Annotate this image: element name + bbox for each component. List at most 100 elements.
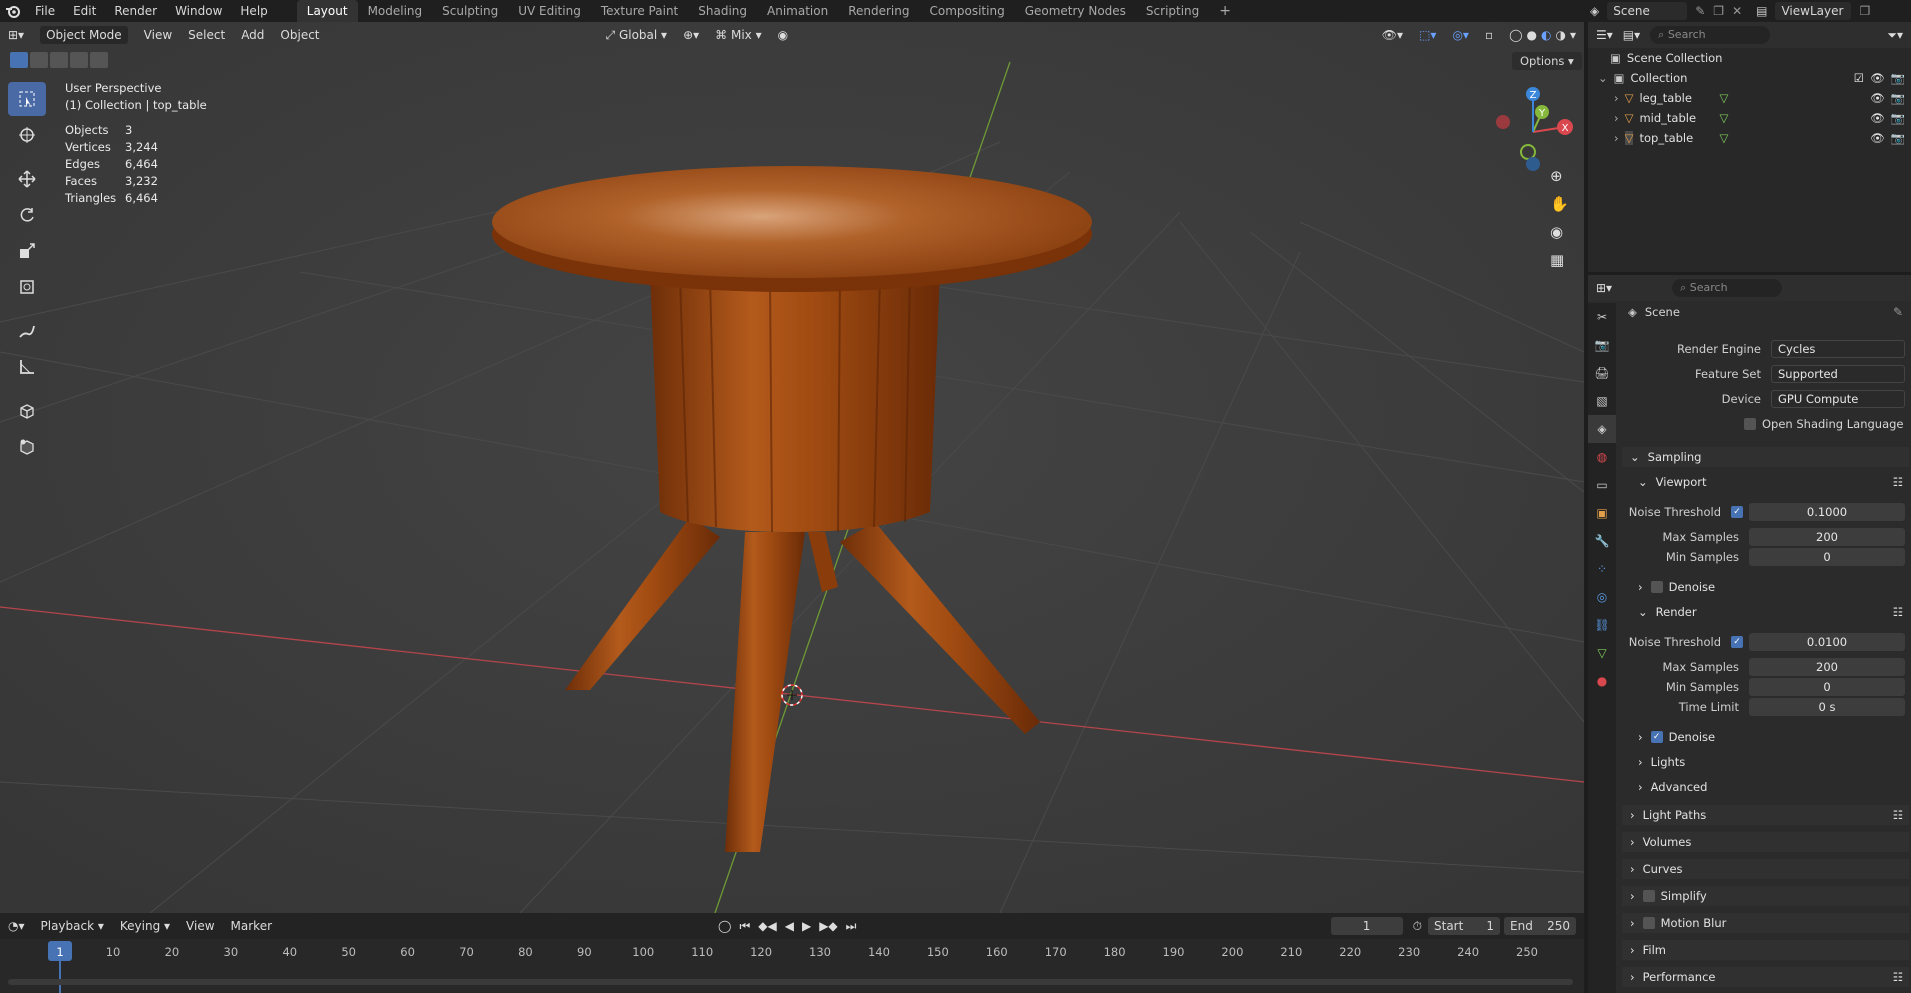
start-frame-field[interactable]: Start 1 [1428, 917, 1500, 935]
marker-menu[interactable]: Marker [223, 919, 280, 933]
properties-search-input[interactable]: ⌕ Search [1672, 279, 1783, 297]
add-cube-tool-icon[interactable] [8, 394, 46, 428]
render-denoise-checkbox[interactable]: ✓ [1650, 731, 1663, 743]
next-keyframe-icon[interactable]: ▶◆ [819, 919, 837, 934]
outliner-item-top-table[interactable]: › ▽ top_table ▽ 👁 📷 [1588, 128, 1911, 148]
timeline-scrollbar[interactable] [8, 979, 1573, 985]
menu-edit[interactable]: Edit [64, 0, 105, 22]
simplify-section[interactable]: › Simplify [1622, 886, 1909, 906]
constraints-tab-icon[interactable]: ⛓ [1588, 611, 1616, 639]
scene-icon[interactable]: ◈ [1590, 4, 1599, 18]
timeline-view-menu[interactable]: View [178, 919, 222, 933]
mode-dropdown[interactable]: Object Mode [40, 26, 128, 44]
tab-animation[interactable]: Animation [757, 0, 838, 22]
delete-scene-icon[interactable]: ✕ [1732, 4, 1742, 18]
data-tab-icon[interactable]: ▽ [1588, 639, 1616, 667]
transform-tool-icon[interactable] [8, 270, 46, 304]
properties-editor-icon[interactable]: ⊞▾ [1596, 281, 1612, 295]
tab-uv-editing[interactable]: UV Editing [508, 0, 591, 22]
new-view-layer-icon[interactable]: ❐ [1859, 4, 1870, 18]
play-icon[interactable]: ▶ [802, 919, 811, 934]
viewport-subsection[interactable]: ⌄ Viewport ☷ [1638, 472, 1909, 492]
current-frame-field[interactable]: 1 [1330, 917, 1403, 935]
eye-icon[interactable]: 👁 [1870, 71, 1885, 85]
pivot-icon[interactable]: ⊕▾ [675, 28, 707, 42]
select-new-icon[interactable] [10, 52, 28, 68]
performance-section[interactable]: › Performance ☷ [1622, 967, 1909, 987]
menu-help[interactable]: Help [231, 0, 276, 22]
viewport-denoise-checkbox[interactable] [1650, 581, 1663, 593]
motion-blur-checkbox[interactable] [1642, 917, 1655, 929]
jump-start-icon[interactable]: ⏮ [739, 919, 750, 934]
pan-hand-icon[interactable]: ✋ [1550, 195, 1569, 213]
modifier-tab-icon[interactable]: 🔧 [1588, 527, 1616, 555]
eye-icon[interactable]: 👁 [1870, 111, 1885, 125]
lights-subsection[interactable]: › Lights [1638, 752, 1909, 772]
select-intersect-icon[interactable] [90, 52, 108, 68]
menu-file[interactable]: File [26, 0, 64, 22]
render-engine-dropdown[interactable]: Cycles [1771, 340, 1905, 358]
render-max-samples-field[interactable]: 200 [1749, 658, 1905, 676]
expand-chevron-icon[interactable]: ⌄ [1598, 71, 1608, 85]
play-reverse-icon[interactable]: ◀ [785, 919, 794, 934]
select-box-tool-icon[interactable] [8, 82, 46, 116]
camera-icon[interactable]: 📷 [1891, 131, 1905, 145]
camera-icon[interactable]: 📷 [1891, 71, 1905, 85]
view-layer-tab-icon[interactable]: ▧ [1588, 387, 1616, 415]
presets-list-icon[interactable]: ☷ [1893, 475, 1903, 489]
outliner-search-input[interactable]: ⌕ Search [1650, 26, 1771, 44]
camera-view-icon[interactable]: ◉ [1550, 223, 1569, 241]
cursor-tool-icon[interactable] [8, 118, 46, 152]
scene-collection-row[interactable]: ▣ Scene Collection [1588, 48, 1911, 68]
wireframe-shading-icon[interactable]: ◯ [1509, 28, 1522, 42]
presets-list-icon[interactable]: ☷ [1893, 605, 1903, 619]
eye-icon[interactable]: 👁 [1870, 91, 1885, 105]
visibility-icon[interactable]: 👁▾ [1374, 28, 1411, 42]
move-tool-icon[interactable] [8, 162, 46, 196]
render-min-samples-field[interactable]: 0 [1749, 678, 1905, 696]
tab-layout[interactable]: Layout [296, 0, 358, 22]
tab-compositing[interactable]: Compositing [919, 0, 1014, 22]
shading-options-icon[interactable]: ▾ [1570, 28, 1576, 42]
expand-chevron-icon[interactable]: › [1614, 91, 1619, 105]
solid-shading-icon[interactable]: ● [1527, 28, 1537, 42]
osl-row[interactable]: Open Shading Language [1616, 414, 1911, 434]
gizmo-neg-y[interactable] [1520, 144, 1536, 160]
tab-sculpting[interactable]: Sculpting [432, 0, 508, 22]
view-layer-selector[interactable]: ViewLayer [1775, 2, 1852, 20]
transform-orientation-dropdown[interactable]: ⤢ Global ▾ [598, 28, 676, 43]
outliner-item-mid-table[interactable]: › ▽ mid_table ▽ 👁 📷 [1588, 108, 1911, 128]
menu-render[interactable]: Render [105, 0, 166, 22]
curves-section[interactable]: › Curves [1622, 859, 1909, 879]
tab-texture-paint[interactable]: Texture Paint [591, 0, 688, 22]
tab-rendering[interactable]: Rendering [838, 0, 919, 22]
render-time-limit-field[interactable]: 0 s [1749, 698, 1905, 716]
tab-geometry-nodes[interactable]: Geometry Nodes [1015, 0, 1136, 22]
snap-dropdown[interactable]: ⌘ Mix ▾ [707, 28, 769, 42]
viewport-noise-threshold-field[interactable]: 0.1000 [1749, 503, 1905, 521]
render-tab-icon[interactable]: 📷 [1588, 331, 1616, 359]
world-tab-icon[interactable]: ◍ [1588, 443, 1616, 471]
camera-icon[interactable]: 📷 [1891, 111, 1905, 125]
gizmo-neg-x[interactable] [1496, 115, 1510, 129]
select-extend-icon[interactable] [30, 52, 48, 68]
display-mode-icon[interactable]: ▤▾ [1623, 28, 1640, 42]
prev-keyframe-icon[interactable]: ◆◀ [758, 919, 776, 934]
3d-viewport[interactable]: ⊞▾ Object Mode View Select Add Object ⤢ … [0, 22, 1584, 913]
particles-tab-icon[interactable]: ⁘ [1588, 555, 1616, 583]
tab-shading[interactable]: Shading [688, 0, 757, 22]
device-dropdown[interactable]: GPU Compute [1771, 390, 1905, 408]
viewport-min-samples-field[interactable]: 0 [1749, 548, 1905, 566]
jump-end-icon[interactable]: ⏭ [846, 919, 857, 934]
presets-list-icon[interactable]: ☷ [1893, 808, 1903, 822]
filter-icon[interactable]: ⏷▾ [1887, 28, 1903, 43]
new-scene-icon[interactable]: ❐ [1713, 4, 1724, 18]
auto-keying-icon[interactable]: ◯ [710, 919, 739, 933]
sampling-section[interactable]: ⌄ Sampling [1622, 447, 1909, 467]
feature-set-dropdown[interactable]: Supported [1771, 365, 1905, 383]
outliner-item-leg-table[interactable]: › ▽ leg_table ▽ 👁 📷 [1588, 88, 1911, 108]
volumes-section[interactable]: › Volumes [1622, 832, 1909, 852]
tool-tab-icon[interactable]: ✂ [1588, 303, 1616, 331]
annotate-tool-icon[interactable] [8, 314, 46, 348]
options-dropdown[interactable]: Options ▾ [1512, 52, 1582, 70]
